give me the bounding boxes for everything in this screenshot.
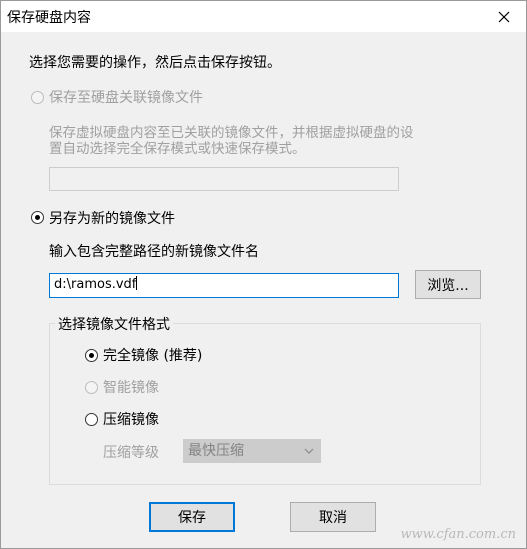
radio-full-image-label: 完全镜像 (推荐) [103, 348, 203, 364]
format-group-legend: 选择镜像文件格式 [55, 314, 173, 334]
window-title: 保存硬盘内容 [7, 10, 91, 26]
radio-associated-image[interactable] [31, 91, 44, 104]
save-button[interactable]: 保存 [149, 502, 235, 532]
save-disk-dialog: 保存硬盘内容 选择您需要的操作，然后点击保存按钮。 保存至硬盘关联镜像文件 保存… [0, 0, 527, 549]
compression-level-label: 压缩等级 [103, 445, 159, 461]
radio-full-image[interactable] [85, 349, 98, 362]
radio-compressed-image-label: 压缩镜像 [103, 412, 159, 428]
radio-smart-image[interactable] [85, 381, 98, 394]
radio-new-image[interactable] [31, 211, 44, 224]
cancel-button[interactable]: 取消 [290, 502, 376, 532]
new-path-value: d:\ramos.vdf [54, 277, 137, 292]
radio-new-image-label: 另存为新的镜像文件 [49, 211, 175, 227]
new-path-label: 输入包含完整路径的新镜像文件名 [49, 244, 259, 260]
text-cursor [136, 276, 138, 290]
radio-compressed-image[interactable] [85, 413, 98, 426]
browse-button[interactable]: 浏览... [415, 270, 481, 299]
radio-new-image-dot [35, 215, 40, 220]
compression-level-value: 最快压缩 [188, 443, 244, 459]
instruction-text: 选择您需要的操作，然后点击保存按钮。 [29, 55, 281, 71]
associated-description-line2: 置自动选择完全保存模式或快速保存模式。 [49, 141, 306, 157]
compression-level-select[interactable]: 最快压缩 [183, 439, 321, 463]
new-path-input[interactable]: d:\ramos.vdf [49, 273, 399, 298]
title-bar: 保存硬盘内容 [1, 1, 526, 32]
chevron-down-icon [304, 448, 314, 454]
close-icon [498, 11, 510, 22]
watermark-text: www.cfan.com.cn [400, 527, 516, 542]
close-button[interactable] [482, 1, 526, 32]
associated-path-field[interactable] [49, 167, 399, 191]
radio-smart-image-label: 智能镜像 [103, 380, 159, 396]
radio-associated-image-label: 保存至硬盘关联镜像文件 [49, 90, 203, 106]
radio-full-image-dot [89, 353, 94, 358]
